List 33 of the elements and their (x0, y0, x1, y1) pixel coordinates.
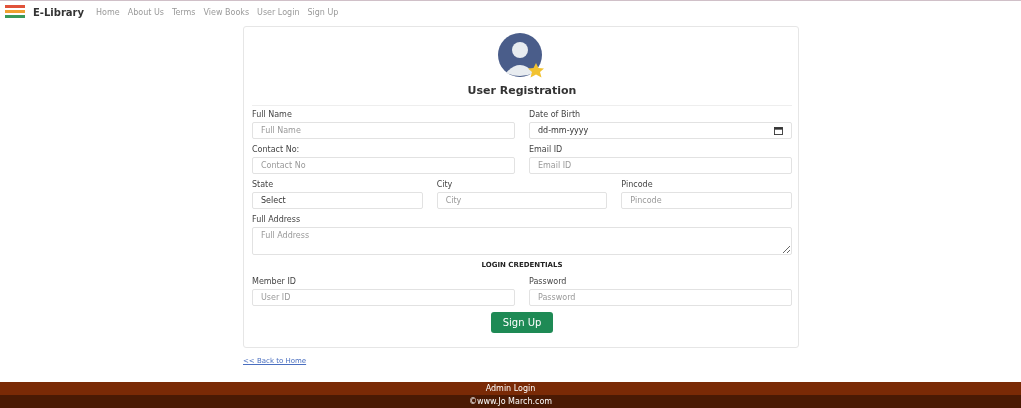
field-label: Full Address (252, 215, 302, 224)
input-field[interactable]: Pincode (621, 192, 792, 209)
field-label: State (252, 180, 275, 189)
nav-link[interactable]: Home (96, 7, 120, 17)
input-field[interactable]: Password (529, 289, 792, 306)
input-field[interactable]: City (436, 192, 608, 209)
admin-login-link[interactable]: Admin Login (485, 384, 536, 393)
nav-link[interactable]: About Us (127, 7, 164, 17)
nav-link[interactable]: User Login (257, 7, 300, 17)
form-title: User Registration (466, 84, 578, 97)
field-label: Password (529, 277, 568, 286)
field-label: City (436, 180, 454, 189)
field-label: Member ID (252, 277, 297, 286)
nav-link[interactable]: Terms (171, 7, 196, 17)
input-field[interactable]: Contact No (252, 157, 515, 174)
field-label: Contact No: (252, 145, 301, 154)
field-label: Full Name (252, 110, 293, 119)
state-select[interactable]: Select (252, 192, 423, 209)
input-field[interactable]: User ID (252, 289, 515, 306)
field-label: Date of Birth (529, 110, 582, 119)
field-label: Email ID (529, 145, 564, 154)
input-field[interactable]: Full Name (252, 122, 515, 139)
input-field[interactable]: Email ID (529, 157, 792, 174)
field-label: Pincode (621, 180, 654, 189)
brand-name[interactable]: E-Library (33, 6, 85, 18)
nav-link[interactable]: View Books (203, 7, 250, 17)
books-icon (5, 5, 25, 19)
nav-link[interactable]: Sign Up (307, 7, 339, 17)
date-field[interactable]: dd-mm-yyyy (529, 122, 792, 139)
calendar-icon (774, 126, 783, 135)
address-field[interactable]: Full Address (252, 227, 792, 255)
sign-up-button[interactable]: Sign Up (490, 312, 554, 333)
copyright-text: ©www.Jo March.com (468, 397, 553, 406)
